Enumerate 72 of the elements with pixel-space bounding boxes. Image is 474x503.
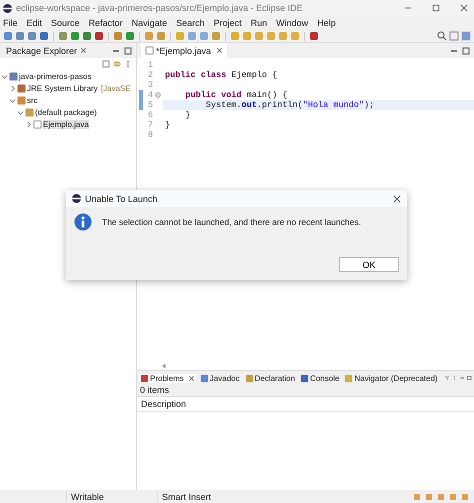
line-number: 1 [146,60,153,70]
close-icon[interactable] [216,47,224,54]
status-text: Smart Insert [157,492,246,502]
filter-icon[interactable] [444,374,450,382]
panel-tab[interactable]: Javadoc [198,374,241,382]
info-icon [74,213,92,231]
panel-tab[interactable]: Console [299,374,340,382]
collapse-icon[interactable] [102,60,110,68]
maximize-icon[interactable] [124,46,132,54]
menu-item[interactable]: Project [214,18,242,28]
menu-item[interactable]: Search [176,18,205,28]
ok-button[interactable]: OK [339,257,399,272]
panel-tab[interactable]: Navigator (Deprecated) [343,374,439,382]
line-number: 2 [146,70,153,80]
tree-node-icon [25,108,34,116]
tree-item[interactable]: java-primeros-pasos [0,70,136,82]
menu-item[interactable]: File [3,18,18,28]
column-header[interactable]: Description [137,399,321,409]
tree-item[interactable]: src [0,94,136,106]
tab-icon [344,374,354,382]
window-title: eclipse-workspace - java-primeros-pasos/src/Ejemplo.java - Eclipse IDE [16,3,303,13]
java-perspective-icon[interactable] [461,31,471,41]
status-text: Writable [66,492,155,502]
tab-icon [244,374,254,382]
tree-item[interactable]: JRE System Library [JavaSE [0,82,136,94]
code-line: public class Ejemplo { [164,70,278,80]
line-number: 3 [146,80,153,90]
maximize-icon[interactable] [462,46,470,54]
tree-node-icon [33,120,42,128]
code-line: public void main() { [184,90,288,100]
tab-icon [300,374,310,382]
line-number: 5 [146,100,153,110]
close-icon[interactable] [188,374,195,382]
menu-item[interactable]: Navigate [132,18,168,28]
tree-node-icon [17,96,26,104]
editor-tab[interactable]: *Ejemplo.java [141,43,228,58]
code-line: } [164,120,172,130]
item-count: 0 items [137,385,474,396]
close-icon[interactable] [460,4,468,12]
tab-icon [200,374,209,382]
line-number: 8 [146,130,153,140]
perspective-icon[interactable] [449,31,459,41]
menu-item[interactable]: Window [276,18,308,28]
menu-item[interactable]: Refactor [88,18,123,28]
search-icon[interactable] [437,31,447,41]
maximize-icon[interactable] [467,374,472,382]
eclipse-logo-icon [3,4,12,12]
java-file-icon [145,46,154,55]
close-icon[interactable] [80,47,88,54]
tree-node-icon [17,84,26,92]
menu-item[interactable]: Help [317,18,336,28]
panel-tab[interactable]: Problems [139,374,196,382]
line-number: 6 [146,110,153,120]
panel-tab[interactable]: Declaration [244,374,296,382]
close-icon[interactable] [393,194,401,202]
fold-icon[interactable] [155,92,161,98]
menu-item[interactable]: Source [51,18,80,28]
tree-node-icon [9,72,18,80]
scroll-left-icon[interactable] [161,362,167,368]
menu-item[interactable]: Run [250,18,268,28]
tree-item[interactable]: (default package) [0,106,136,118]
line-number: 4 [146,90,153,100]
dialog-title: Unable To Launch [85,194,158,204]
dialog-message: The selection cannot be launched, and there are no recent launches. [102,217,361,227]
menu-item[interactable]: Edit [26,18,42,28]
maximize-icon[interactable] [432,4,440,12]
tab-icon [140,374,149,382]
link-icon[interactable] [113,60,121,68]
code-line: } [184,110,192,120]
line-number: 7 [146,120,153,130]
tree-item[interactable]: Ejemplo.java [0,118,136,130]
eclipse-logo-icon [72,194,81,203]
